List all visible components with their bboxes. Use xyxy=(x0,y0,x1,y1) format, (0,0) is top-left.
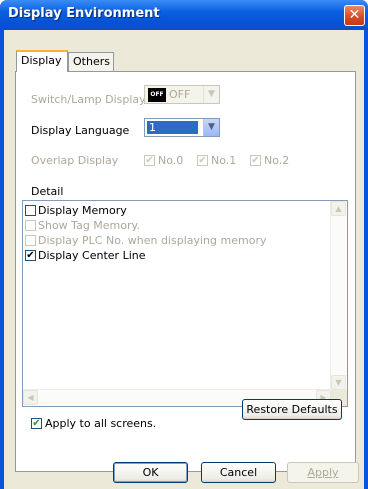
tab-others[interactable]: Others xyxy=(68,52,114,71)
vertical-scrollbar[interactable]: ▲ ▼ xyxy=(330,201,347,390)
restore-defaults-button[interactable]: Restore Defaults xyxy=(242,399,342,420)
list-item-label: Display Memory xyxy=(38,204,127,217)
overlap-no1-label: No.1 xyxy=(211,154,237,167)
switch-lamp-value: OFF xyxy=(169,88,191,101)
cancel-button[interactable]: Cancel xyxy=(201,462,276,483)
apply-all-screens-label: Apply to all screens. xyxy=(45,417,157,430)
switch-lamp-label: Switch/Lamp Display xyxy=(31,93,146,106)
scroll-down-icon[interactable]: ▼ xyxy=(331,375,346,390)
display-language-value: 1 xyxy=(147,121,198,134)
overlap-no2-label: No.2 xyxy=(264,154,290,167)
chevron-down-icon[interactable]: ▼ xyxy=(203,86,219,103)
tab-display[interactable]: Display xyxy=(16,50,68,72)
display-plc-no-checkbox[interactable] xyxy=(25,235,36,246)
list-item-label: Show Tag Memory. xyxy=(38,219,140,232)
detail-label: Detail xyxy=(31,185,64,198)
switch-lamp-select[interactable]: OFF OFF ▼ xyxy=(144,85,220,104)
apply-all-screens-checkbox[interactable]: ✔ xyxy=(31,418,42,429)
scroll-left-icon[interactable]: ◀ xyxy=(23,390,38,405)
overlap-no0-checkbox[interactable]: ✔ xyxy=(144,155,155,166)
overlap-no1-checkbox[interactable]: ✔ xyxy=(197,155,208,166)
show-tag-memory-checkbox[interactable] xyxy=(25,220,36,231)
detail-listbox[interactable]: Display Memory Show Tag Memory. Display … xyxy=(22,200,348,407)
title-bar[interactable]: Display Environment ✕ xyxy=(0,0,368,30)
display-language-label: Display Language xyxy=(31,124,130,137)
scroll-up-icon[interactable]: ▲ xyxy=(331,201,346,216)
apply-button-label: Apply xyxy=(307,466,339,479)
list-item-label: Display Center Line xyxy=(38,249,146,262)
overlap-no2-checkbox[interactable]: ✔ xyxy=(250,155,261,166)
close-icon[interactable]: ✕ xyxy=(344,5,365,26)
window-title: Display Environment xyxy=(8,6,160,21)
overlap-no0-label: No.0 xyxy=(158,154,184,167)
ok-button[interactable]: OK xyxy=(113,462,188,483)
display-memory-checkbox[interactable] xyxy=(25,205,36,216)
apply-button[interactable]: Apply xyxy=(287,462,359,483)
display-language-select[interactable]: 1 ▼ xyxy=(144,118,220,137)
dialog-window: Display Environment ✕ Display Others Swi… xyxy=(0,0,368,489)
dialog-client-area: Display Others Switch/Lamp Display OFF O… xyxy=(4,30,364,489)
list-item-label: Display PLC No. when displaying memory xyxy=(38,234,267,247)
chevron-down-icon[interactable]: ▼ xyxy=(203,119,219,136)
display-center-line-checkbox[interactable]: ✔ xyxy=(25,250,36,261)
switch-lamp-off-icon: OFF xyxy=(148,88,166,102)
overlap-display-label: Overlap Display xyxy=(31,154,119,167)
